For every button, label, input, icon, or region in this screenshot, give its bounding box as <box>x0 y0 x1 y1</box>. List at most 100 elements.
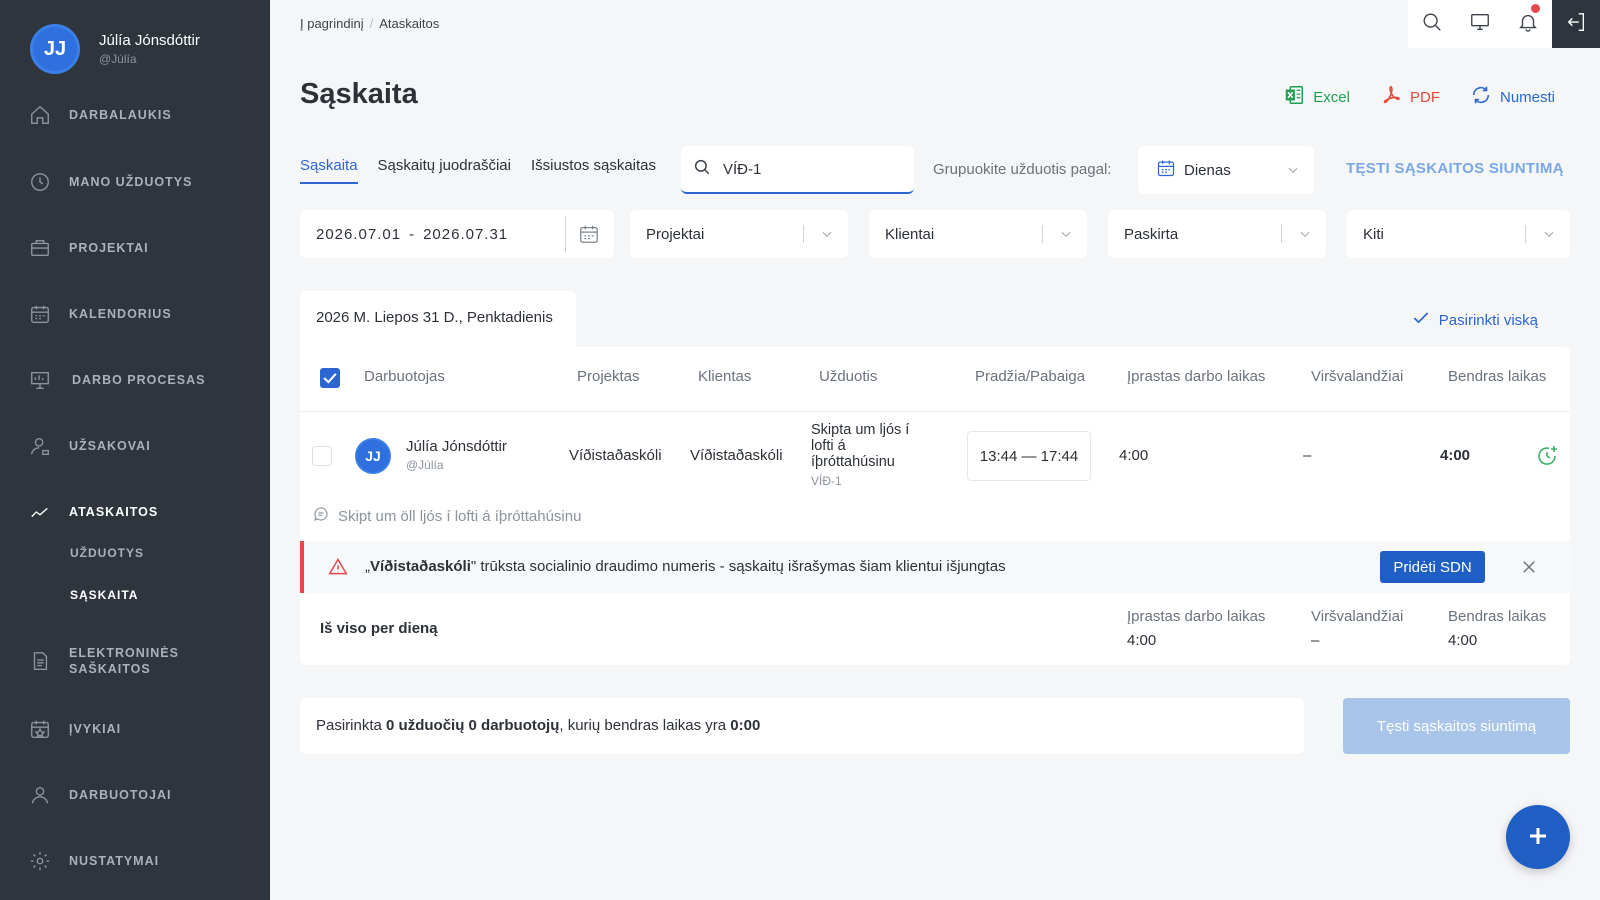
sidebar-subitem-tasks[interactable]: UŽDUOTYS <box>70 546 144 560</box>
column-header-employee[interactable]: Darbuotojas <box>364 368 445 385</box>
day-total-total-label: Bendras laikas <box>1448 608 1547 625</box>
divider <box>1042 225 1043 243</box>
calendar-icon <box>1156 158 1184 182</box>
other-filter[interactable]: Kiti <box>1347 210 1570 258</box>
sidebar-item-label: MANO UŽDUOTYS <box>69 175 193 189</box>
row-overtime: – <box>1303 447 1312 464</box>
calendar-icon[interactable] <box>578 223 600 245</box>
search-field[interactable] <box>681 146 914 194</box>
employees-icon <box>28 783 52 807</box>
breadcrumb-current: Ataskaitos <box>379 16 440 31</box>
select-all-checkbox[interactable] <box>320 368 340 388</box>
reset-label: Numesti <box>1499 88 1555 106</box>
divider <box>803 225 804 243</box>
comment-icon <box>312 505 338 527</box>
continue-invoice-link[interactable]: TĘSTI SĄSKAITOS SIUNTIMĄ <box>1346 160 1564 177</box>
export-pdf-label: PDF <box>1409 88 1440 106</box>
tab-sent-invoices[interactable]: Išsiustos sąskaitas <box>531 157 656 184</box>
row-client: Víðistaðaskóli <box>690 447 783 464</box>
breadcrumb-home[interactable]: Į pagrindinį <box>300 16 364 31</box>
user-name: Júlía Jónsdóttir <box>99 32 200 49</box>
day-tab[interactable]: 2026 M. Liepos 31 D., Penktadienis <box>300 291 576 349</box>
selection-summary: Pasirinkta 0 užduočių 0 darbuotojų, kuri… <box>300 698 1304 754</box>
reset-button[interactable]: Numesti <box>1470 84 1555 110</box>
sidebar-item-label: UŽSAKOVAI <box>69 439 151 453</box>
chart-line-icon <box>28 500 52 524</box>
column-header-regular-time[interactable]: Įprastas darbo laikas <box>1127 368 1265 385</box>
employee-handle: @Júlía <box>406 458 444 472</box>
sidebar-item-dashboard[interactable]: DARBALAUKIS <box>28 103 172 127</box>
home-icon <box>28 103 52 127</box>
projects-filter-label: Projektai <box>646 225 705 243</box>
sidebar-item-label: ELEKTRONINĖS SAŠKAITOS <box>69 646 179 676</box>
user-profile[interactable]: JJ Júlía Jónsdóttir @Júlía <box>30 24 200 74</box>
comment-text: Skipt um öll ljós í lofti á íþróttahúsin… <box>338 507 582 525</box>
sidebar-item-my-tasks[interactable]: MANO UŽDUOTYS <box>28 170 192 194</box>
sidebar-item-reports[interactable]: ATASKAITOS <box>28 500 158 524</box>
close-icon <box>1520 561 1538 580</box>
close-warning-button[interactable] <box>1520 558 1538 576</box>
sidebar-item-label: DARBO PROCESAS <box>72 373 206 387</box>
day-total-label: Iš viso per dieną <box>320 620 438 637</box>
export-excel-button[interactable]: Excel <box>1283 84 1350 110</box>
select-all-button[interactable]: Pasirinkti viską <box>1411 308 1538 332</box>
add-button[interactable] <box>1506 805 1570 869</box>
clients-filter[interactable]: Klientai <box>869 210 1087 258</box>
column-header-task[interactable]: Užduotis <box>819 368 877 385</box>
sidebar-item-workflow[interactable]: DARBO PROCESAS <box>28 368 205 392</box>
export-pdf-button[interactable]: PDF <box>1380 84 1440 110</box>
row-checkbox[interactable] <box>312 446 332 466</box>
projects-filter[interactable]: Projektai <box>630 210 848 258</box>
breadcrumb-separator: / <box>369 16 374 31</box>
day-total-regular: 4:00 <box>1127 632 1157 649</box>
add-sdn-button[interactable]: Pridėti SDN <box>1380 551 1485 583</box>
sidebar-item-employees[interactable]: DARBUOTOJAI <box>28 783 171 807</box>
sidebar-item-projects[interactable]: PROJEKTAI <box>28 236 149 260</box>
notification-dot <box>1531 4 1540 13</box>
tab-invoice-drafts[interactable]: Sąskaitų juodraščiai <box>378 157 511 184</box>
column-header-client[interactable]: Klientas <box>698 368 751 385</box>
briefcase-icon <box>28 236 52 260</box>
warning-message: " trūksta socialinio draudimo numeris - … <box>470 558 1006 575</box>
row-time-range[interactable]: 13:44 — 17:44 <box>967 431 1091 481</box>
column-header-start-end[interactable]: Pradžia/Pabaiga <box>975 368 1085 385</box>
avatar: JJ <box>355 438 391 474</box>
sidebar-subitem-invoice[interactable]: SĄSKAITA <box>70 588 138 602</box>
clock-plus-icon <box>1535 446 1559 472</box>
event-calendar-icon <box>28 717 52 741</box>
checkmark-icon <box>1411 308 1439 332</box>
logout-icon <box>1565 11 1587 38</box>
sidebar-item-calendar[interactable]: KALENDORIUS <box>28 302 172 326</box>
group-by-value: Dienas <box>1184 161 1231 179</box>
summary-middle: , kurių bendras laikas yra <box>559 717 731 734</box>
date-range-filter[interactable]: 2026.07.01 - 2026.07.31 <box>300 210 614 258</box>
divider <box>1281 225 1282 243</box>
sidebar-item-e-invoices[interactable]: ELEKTRONINĖS SAŠKAITOS <box>28 645 189 677</box>
column-header-total[interactable]: Bendras laikas <box>1448 368 1546 385</box>
sidebar-item-label: KALENDORIUS <box>69 307 172 321</box>
sidebar-item-settings[interactable]: NUSTATYMAI <box>28 849 159 873</box>
sidebar-item-clients[interactable]: UŽSAKOVAI <box>28 434 151 458</box>
column-header-overtime[interactable]: Viršvalandžiai <box>1311 368 1403 385</box>
date-separator: - <box>409 225 416 243</box>
continue-invoice-button[interactable]: Tęsti sąskaitos siuntimą <box>1343 698 1570 754</box>
add-time-button[interactable] <box>1535 444 1559 468</box>
logout-button[interactable] <box>1552 0 1600 48</box>
monitor-button[interactable] <box>1456 0 1504 48</box>
clock-icon <box>28 170 52 194</box>
search-button[interactable] <box>1408 0 1456 48</box>
gear-icon <box>28 849 52 873</box>
column-header-project[interactable]: Projektas <box>577 368 640 385</box>
group-by-select[interactable]: Dienas <box>1138 146 1314 194</box>
divider <box>1525 225 1526 243</box>
search-input[interactable] <box>723 160 893 178</box>
warning-icon <box>328 557 348 577</box>
pdf-icon <box>1380 84 1410 110</box>
sidebar-item-label: PROJEKTAI <box>69 241 149 255</box>
tab-invoice[interactable]: Sąskaita <box>300 157 358 184</box>
notifications-button[interactable] <box>1504 0 1552 48</box>
summary-prefix: Pasirinkta <box>316 717 387 734</box>
assigned-filter[interactable]: Paskirta <box>1108 210 1326 258</box>
sidebar-item-events[interactable]: ĮVYKIAI <box>28 717 121 741</box>
avatar[interactable]: JJ <box>30 24 80 74</box>
